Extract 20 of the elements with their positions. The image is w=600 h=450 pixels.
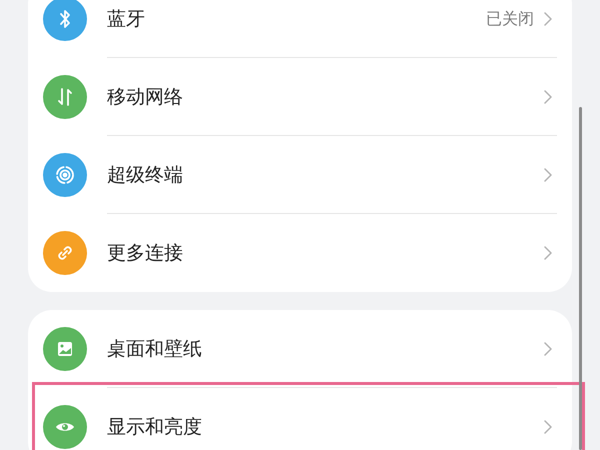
chevron-icon	[544, 90, 552, 104]
row-label: 移动网络	[107, 85, 184, 110]
settings-row[interactable]: 蓝牙 已关闭	[28, 0, 572, 58]
row-label: 显示和亮度	[107, 415, 203, 440]
settings-row[interactable]: 超级终端	[28, 136, 572, 214]
row-label: 桌面和壁纸	[107, 337, 203, 362]
chevron-icon	[544, 420, 552, 434]
settings-row[interactable]: 更多连接	[28, 214, 572, 292]
chevron-icon	[544, 246, 552, 260]
settings-row[interactable]: 移动网络	[28, 58, 572, 136]
row-label: 超级终端	[107, 163, 184, 188]
settings-row[interactable]: 显示和亮度	[28, 388, 572, 450]
scrollbar[interactable]	[579, 107, 582, 450]
status-text: 已关闭	[486, 8, 534, 30]
row-label: 更多连接	[107, 241, 184, 266]
settings-row[interactable]: 桌面和壁纸	[28, 310, 572, 388]
chevron-icon	[544, 342, 552, 356]
row-label: 蓝牙	[107, 7, 146, 32]
chevron-icon	[544, 12, 552, 26]
chevron-icon	[544, 168, 552, 182]
